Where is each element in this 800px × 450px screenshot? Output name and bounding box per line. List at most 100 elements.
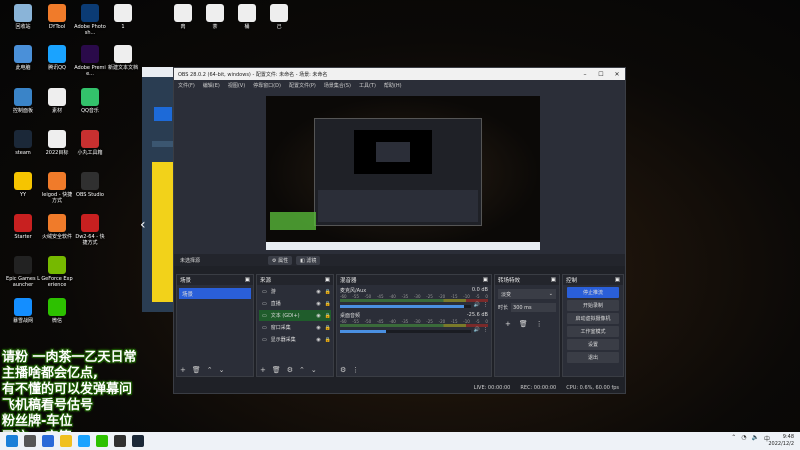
duration-input[interactable]: 300 ms	[511, 303, 556, 312]
desktop-file[interactable]: 桶	[230, 4, 264, 30]
desktop-icon[interactable]: Adobe Premie...	[73, 45, 107, 77]
taskbar-clock[interactable]: 9:48 2022/12/2	[768, 434, 794, 448]
transition-select[interactable]: 淡变 ⌄	[498, 289, 556, 299]
desktop-icon[interactable]: 新建文本文档	[106, 45, 140, 71]
menu-item[interactable]: 视图(V)	[228, 82, 245, 89]
maximize-icon[interactable]: ☐	[593, 71, 609, 78]
dock-float-icon[interactable]: ▣	[551, 277, 556, 283]
desktop-file[interactable]: 己	[262, 4, 296, 30]
source-item[interactable]: ▭ 游 ◉ 🔒	[259, 286, 331, 297]
desktop-icon[interactable]: YY	[6, 172, 40, 198]
desktop-icon[interactable]: 小丸工具箱	[73, 130, 107, 156]
menu-item[interactable]: 配置文件(P)	[289, 82, 316, 89]
windows-start-icon[interactable]	[6, 435, 18, 447]
close-icon[interactable]: ✕	[609, 71, 625, 78]
volume-slider[interactable]	[340, 329, 471, 333]
eye-icon[interactable]: ◉	[316, 289, 320, 295]
menu-item[interactable]: 帮助(H)	[384, 82, 402, 89]
eye-icon[interactable]: ◉	[316, 325, 320, 331]
dock-float-icon[interactable]: ▣	[615, 277, 620, 283]
speaker-icon[interactable]: 🔊	[474, 327, 480, 333]
lock-icon[interactable]: 🔒	[325, 337, 331, 343]
desktop-icon[interactable]: 火绒安全软件	[40, 214, 74, 240]
eye-icon[interactable]: ◉	[316, 337, 320, 343]
properties-button[interactable]: ⚙ 属性	[268, 255, 293, 265]
control-button[interactable]: 停止推流	[567, 287, 619, 298]
remove-source-icon[interactable]: 🗑	[272, 366, 281, 374]
desktop-icon[interactable]: 微信	[40, 298, 74, 324]
obs-taskbar-icon[interactable]	[114, 435, 126, 447]
lock-icon[interactable]: 🔒	[325, 313, 331, 319]
desktop-icon[interactable]: QQ音乐	[73, 88, 107, 114]
desktop-icon[interactable]: 暴雪战网	[6, 298, 40, 324]
desktop-icon[interactable]: Starter	[6, 214, 40, 240]
minimize-icon[interactable]: –	[577, 71, 593, 78]
eye-icon[interactable]: ◉	[316, 313, 320, 319]
desktop-icon[interactable]: DYTool	[40, 4, 74, 30]
lock-icon[interactable]: 🔒	[325, 289, 331, 295]
steam-taskbar-icon[interactable]	[132, 435, 144, 447]
network-icon[interactable]: ◔	[741, 434, 746, 443]
desktop-file[interactable]: 茶	[198, 4, 232, 30]
search-icon[interactable]	[24, 435, 36, 447]
control-button[interactable]: 开始录制	[567, 300, 619, 311]
desktop-icon[interactable]: 1	[106, 4, 140, 30]
chevron-left-icon[interactable]: ‹	[140, 217, 146, 233]
menu-item[interactable]: 编辑(E)	[203, 82, 220, 89]
preview-canvas[interactable]	[266, 96, 540, 250]
task-view-icon[interactable]	[42, 435, 54, 447]
more-icon[interactable]: ⋮	[483, 302, 488, 308]
eye-icon[interactable]: ◉	[316, 301, 320, 307]
obs-window[interactable]: OBS 28.0.2 (64-bit, windows) - 配置文件: 未命名…	[173, 67, 626, 394]
desktop-icon[interactable]: GeForce Experience	[40, 256, 74, 288]
desktop-icon[interactable]: Adobe Photosh...	[73, 4, 107, 36]
source-item[interactable]: ▭ 文本 (GDI+) ◉ 🔒	[259, 310, 331, 321]
source-item[interactable]: ▭ 显示器采集 ◉ 🔒	[259, 334, 331, 345]
move-up-icon[interactable]: ⌃	[207, 366, 213, 374]
dock-float-icon[interactable]: ▣	[245, 277, 250, 283]
lock-icon[interactable]: 🔒	[325, 301, 331, 307]
desktop-file[interactable]: 肉	[166, 4, 200, 30]
move-down-icon[interactable]: ⌄	[219, 366, 225, 374]
source-settings-icon[interactable]: ⚙	[287, 366, 293, 374]
control-button[interactable]: 退出	[567, 352, 619, 363]
desktop-icon[interactable]: 控制面板	[6, 88, 40, 114]
add-transition-icon[interactable]: +	[505, 320, 511, 328]
dock-float-icon[interactable]: ▣	[483, 277, 488, 283]
menu-item[interactable]: 工具(T)	[359, 82, 376, 89]
control-button[interactable]: 工作室模式	[567, 326, 619, 337]
wechat-icon[interactable]	[96, 435, 108, 447]
source-item[interactable]: ▭ 直播 ◉ 🔒	[259, 298, 331, 309]
desktop-icon[interactable]: leigod - 快捷方式	[40, 172, 74, 204]
file-explorer-icon[interactable]	[60, 435, 72, 447]
desktop-icon[interactable]: OBS Studio	[73, 172, 107, 198]
desktop-icon[interactable]: Dw2-64 - 快捷方式	[73, 214, 107, 246]
scene-item[interactable]: 场景	[179, 288, 251, 299]
desktop-icon[interactable]: 腾讯QQ	[40, 45, 74, 71]
volume-icon[interactable]: 🔈	[752, 434, 759, 443]
dock-float-icon[interactable]: ▣	[325, 277, 330, 283]
add-scene-icon[interactable]: +	[180, 366, 186, 374]
desktop-icon[interactable]: steam	[6, 130, 40, 156]
speaker-icon[interactable]: 🔊	[474, 302, 480, 308]
qq-icon[interactable]	[78, 435, 90, 447]
menu-item[interactable]: 场景集合(S)	[324, 82, 351, 89]
control-button[interactable]: 启动虚拟摄像机	[567, 313, 619, 324]
chevron-up-icon[interactable]: ⌃	[731, 434, 736, 443]
desktop-icon[interactable]: 此电脑	[6, 45, 40, 71]
menu-item[interactable]: 停靠窗口(D)	[253, 82, 281, 89]
source-item[interactable]: ▭ 窗口采集 ◉ 🔒	[259, 322, 331, 333]
desktop-icon[interactable]: 素材	[40, 88, 74, 114]
advanced-audio-icon[interactable]: ⚙	[340, 366, 346, 374]
desktop-icon[interactable]: Epic Games Launcher	[6, 256, 40, 288]
more-icon[interactable]: ⋮	[352, 366, 359, 374]
remove-transition-icon[interactable]: 🗑	[519, 320, 528, 328]
volume-slider[interactable]	[340, 304, 471, 308]
more-icon[interactable]: ⋮	[483, 327, 488, 333]
move-down-icon[interactable]: ⌄	[311, 366, 317, 374]
filters-button[interactable]: ◧ 滤镜	[296, 255, 321, 265]
move-up-icon[interactable]: ⌃	[299, 366, 305, 374]
lock-icon[interactable]: 🔒	[325, 325, 331, 331]
menu-item[interactable]: 文件(F)	[178, 82, 195, 89]
add-source-icon[interactable]: +	[260, 366, 266, 374]
